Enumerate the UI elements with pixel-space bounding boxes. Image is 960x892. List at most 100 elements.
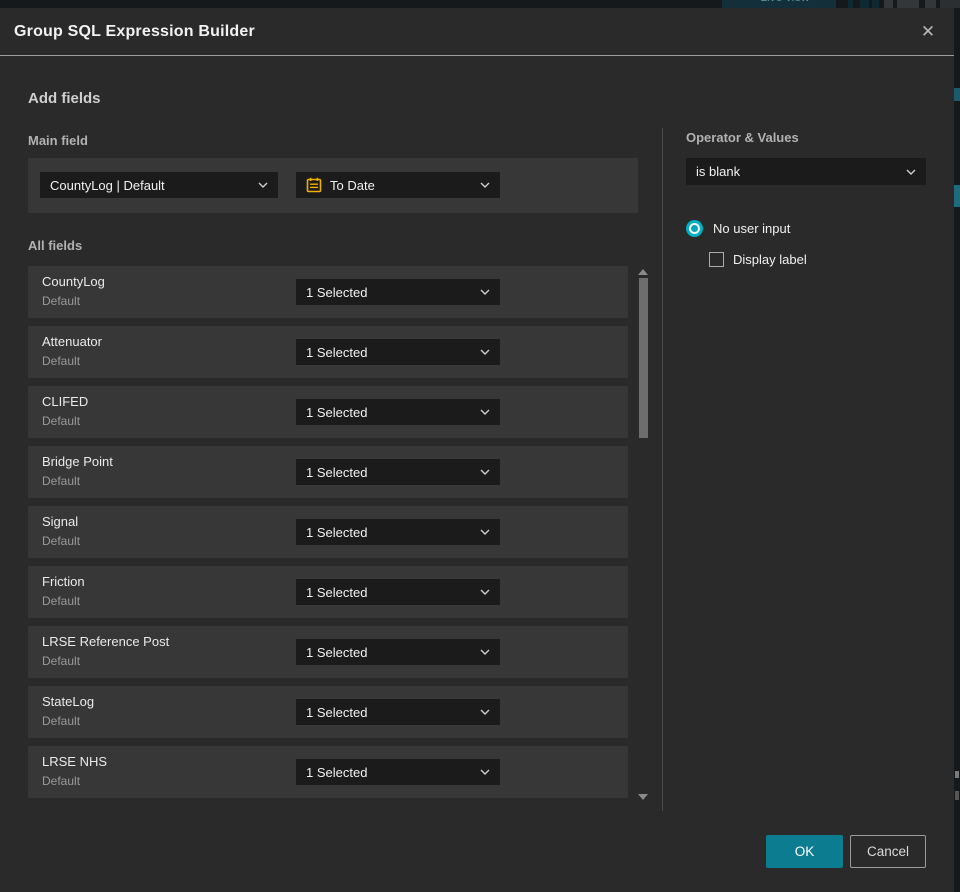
chevron-down-icon [480,529,490,535]
cancel-button[interactable]: Cancel [850,835,926,868]
main-field-dropdown[interactable]: CountyLog | Default [40,172,278,198]
chevron-down-icon [480,182,490,188]
field-name: CLIFED [42,394,89,409]
background-fragment [955,771,959,778]
background-fragment [940,0,960,8]
background-app-right-strip [954,8,960,892]
ok-button[interactable]: OK [766,835,843,868]
chevron-down-icon [480,649,490,655]
scroll-up-icon[interactable] [638,269,648,275]
field-selected-value: 1 Selected [306,344,368,360]
field-selected-dropdown[interactable]: 1 Selected [296,399,500,425]
field-selected-dropdown[interactable]: 1 Selected [296,459,500,485]
all-fields-list: CountyLog Default 1 Selected Attenuator Defa… [28,266,628,800]
dialog-header: Group SQL Expression Builder ✕ [0,8,954,56]
field-subtitle: Default [42,534,81,548]
field-subtitle: Default [42,594,81,608]
field-selected-value: 1 Selected [306,464,368,480]
field-name: CountyLog [42,274,105,289]
field-selected-value: 1 Selected [306,704,368,720]
live-view-button: Live view [722,0,836,8]
field-name: LRSE Reference Post [42,634,170,649]
chevron-down-icon [480,769,490,775]
field-name: Signal [42,514,79,529]
background-app-top-strip: Live view [0,0,960,8]
operator-dropdown[interactable]: is blank [686,158,926,185]
field-selected-dropdown[interactable]: 1 Selected [296,759,500,785]
field-selected-value: 1 Selected [306,644,368,660]
field-selected-dropdown[interactable]: 1 Selected [296,279,500,305]
scroll-down-icon[interactable] [638,794,648,800]
chevron-down-icon [906,169,916,175]
field-row: LRSE NHS Default 1 Selected [28,746,628,798]
field-row: Attenuator Default 1 Selected [28,326,628,378]
field-row: CLIFED Default 1 Selected [28,386,628,438]
no-user-input-label: No user input [713,221,791,236]
field-selected-value: 1 Selected [306,404,368,420]
field-selected-value: 1 Selected [306,584,368,600]
dialog-title: Group SQL Expression Builder [14,22,255,40]
operator-values-label: Operator & Values [686,130,799,145]
field-name: Bridge Point [42,454,113,469]
background-fragment [955,791,959,800]
field-subtitle: Default [42,474,81,488]
field-selected-value: 1 Selected [306,524,368,540]
field-subtitle: Default [42,774,81,788]
field-selected-dropdown[interactable]: 1 Selected [296,699,500,725]
display-label-text: Display label [733,252,807,267]
field-row: Bridge Point Default 1 Selected [28,446,628,498]
field-row: LRSE Reference Post Default 1 Selected [28,626,628,678]
field-name: Attenuator [42,334,102,349]
field-row: Friction Default 1 Selected [28,566,628,618]
all-fields-label: All fields [28,238,83,253]
background-fragment [954,88,960,101]
field-row: StateLog Default 1 Selected [28,686,628,738]
main-field-label: Main field [28,133,88,148]
close-icon[interactable]: ✕ [916,20,940,44]
chevron-down-icon [258,182,268,188]
background-fragment [954,185,960,207]
field-row: CountyLog Default 1 Selected [28,266,628,318]
radio-checked-icon[interactable] [686,220,703,237]
background-fragment [848,0,853,8]
field-selected-value: 1 Selected [306,284,368,300]
field-type-dropdown-value: To Date [330,177,375,193]
background-fragment [860,0,869,8]
chevron-down-icon [480,709,490,715]
display-label-option[interactable]: Display label [709,252,807,267]
field-subtitle: Default [42,294,81,308]
checkbox-unchecked-icon[interactable] [709,252,724,267]
field-selected-dropdown[interactable]: 1 Selected [296,339,500,365]
field-row: Signal Default 1 Selected [28,506,628,558]
chevron-down-icon [480,589,490,595]
scrollbar-thumb[interactable] [639,278,648,438]
chevron-down-icon [480,409,490,415]
radio-dot [691,225,698,232]
calendar-icon [306,177,322,193]
field-subtitle: Default [42,414,81,428]
no-user-input-option[interactable]: No user input [686,220,790,237]
field-type-dropdown[interactable]: To Date [296,172,500,198]
field-subtitle: Default [42,654,81,668]
chevron-down-icon [480,289,490,295]
background-fragment [897,0,919,8]
field-name: LRSE NHS [42,754,108,769]
field-subtitle: Default [42,354,81,368]
background-fragment [884,0,893,8]
field-selected-value: 1 Selected [306,764,368,780]
add-fields-heading: Add fields [28,90,101,107]
field-subtitle: Default [42,714,81,728]
group-sql-expression-builder-dialog: Group SQL Expression Builder ✕ Add field… [0,8,954,892]
background-fragment [872,0,879,8]
field-selected-dropdown[interactable]: 1 Selected [296,579,500,605]
main-field-dropdown-value: CountyLog | Default [50,177,165,193]
field-selected-dropdown[interactable]: 1 Selected [296,519,500,545]
field-selected-dropdown[interactable]: 1 Selected [296,639,500,665]
chevron-down-icon [480,469,490,475]
chevron-down-icon [480,349,490,355]
main-field-panel: CountyLog | Default To Date [28,158,638,213]
live-view-label: Live view [760,0,809,4]
operator-dropdown-value: is blank [696,164,741,179]
field-name: Friction [42,574,85,589]
field-name: StateLog [42,694,95,709]
